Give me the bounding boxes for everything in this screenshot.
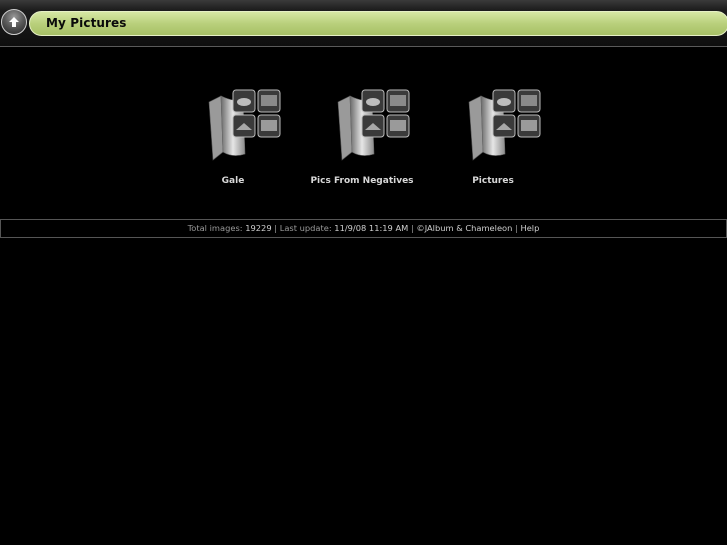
footer: Total images: 19229 | Last update: 11/9/… — [0, 219, 727, 238]
total-images-label: Total images: — [187, 223, 243, 233]
up-level-button[interactable] — [1, 9, 27, 35]
total-images-value: 19229 — [245, 223, 272, 233]
footer-separator: | — [274, 223, 278, 233]
album-pics-from-negatives[interactable]: Pics From Negatives — [307, 86, 417, 191]
last-update-label: Last update: — [279, 223, 332, 233]
header-bar: My Pictures — [0, 0, 727, 47]
page: My Pictures Gale Pics From Negatives Pic… — [0, 0, 727, 545]
help-link[interactable]: Help — [520, 223, 539, 233]
up-arrow-icon — [9, 17, 19, 27]
footer-separator: | — [515, 223, 518, 233]
footer-separator: | — [410, 223, 414, 233]
album-pictures[interactable]: Pictures — [438, 86, 548, 191]
credit-link[interactable]: ©JAlbum & Chameleon — [416, 223, 512, 233]
album-label[interactable]: Gale — [178, 176, 288, 186]
album-label[interactable]: Pictures — [438, 176, 548, 186]
title-bar — [29, 11, 727, 36]
album-gale[interactable]: Gale — [178, 86, 288, 191]
page-title: My Pictures — [46, 16, 127, 30]
album-label[interactable]: Pics From Negatives — [307, 176, 417, 186]
album-folder-icon — [208, 89, 281, 161]
album-folder-icon — [468, 89, 541, 161]
album-folder-icon — [337, 89, 410, 161]
last-update-value: 11/9/08 11:19 AM — [334, 223, 409, 233]
